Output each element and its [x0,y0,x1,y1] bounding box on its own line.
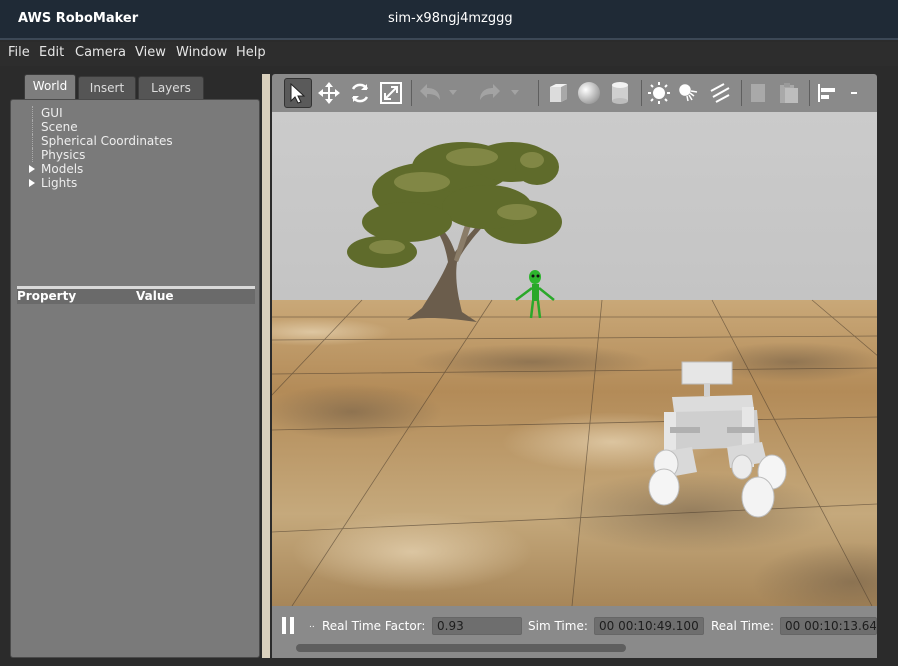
align-icon[interactable] [813,78,841,108]
menu-window[interactable]: Window [176,45,227,60]
property-table-header: Property Value [17,286,255,304]
menu-help[interactable]: Help [236,45,266,60]
tree-item-models[interactable]: Models [29,162,173,176]
left-panel: World Insert Layers GUI Scene Spherical … [10,74,260,658]
undo-dropdown-icon[interactable] [446,78,460,108]
world-panel: GUI Scene Spherical Coordinates Physics … [10,99,260,658]
redo-icon[interactable] [476,78,504,108]
scene-viewport[interactable] [272,112,877,606]
tab-world[interactable]: World [24,74,76,100]
scale-icon[interactable] [377,78,405,108]
toolbar-overflow-icon[interactable] [847,78,861,108]
menu-camera[interactable]: Camera [75,45,126,60]
real-time-factor-label: Real Time Factor: [322,619,426,633]
directional-light-icon[interactable] [706,78,734,108]
horizontal-scrollbar[interactable] [296,644,626,652]
simulation-name: sim-x98ngj4mzggg [388,11,513,26]
sim-time-label: Sim Time: [528,619,588,633]
real-time-factor-value: 0.93 [432,617,522,635]
paste-icon[interactable] [775,78,803,108]
rotate-icon[interactable] [346,78,374,108]
property-column-header: Property [17,289,77,303]
menu-edit[interactable]: Edit [39,45,64,60]
copy-icon[interactable] [744,78,772,108]
toolbar [272,74,877,112]
select-arrow-icon[interactable] [284,78,312,108]
real-time-label: Real Time: [711,619,775,633]
sky [272,112,877,302]
spot-light-icon[interactable] [675,78,703,108]
tab-insert[interactable]: Insert [78,76,136,100]
tree-item-lights[interactable]: Lights [29,176,173,190]
expand-arrow-icon[interactable] [29,165,35,173]
panel-splitter[interactable] [262,74,270,658]
expand-arrow-icon[interactable] [29,179,35,187]
status-bar: .. Real Time Factor: 0.93 Sim Time: 00 0… [272,606,877,658]
point-light-icon[interactable] [645,78,673,108]
tree-item-physics[interactable]: Physics [29,148,173,162]
redo-dropdown-icon[interactable] [508,78,522,108]
menu-file[interactable]: File [8,45,30,60]
app-title: AWS RoboMaker [18,11,139,26]
box-shape-icon[interactable] [544,78,572,108]
step-indicator[interactable]: .. [309,620,315,630]
tree-item-gui[interactable]: GUI [29,106,173,120]
tab-layers[interactable]: Layers [138,76,204,100]
tree-item-scene[interactable]: Scene [29,120,173,134]
value-column-header: Value [136,289,174,303]
sim-time-value: 00 00:10:49.100 [594,617,704,635]
undo-icon[interactable] [416,78,444,108]
pause-icon[interactable] [282,617,298,637]
cylinder-shape-icon[interactable] [606,78,634,108]
sphere-shape-icon[interactable] [575,78,603,108]
translate-icon[interactable] [315,78,343,108]
menu-bar: File Edit Camera View Window Help [0,42,898,66]
world-tree: GUI Scene Spherical Coordinates Physics … [29,106,173,190]
title-bar: AWS RoboMaker sim-x98ngj4mzggg [0,0,898,40]
tree-item-spherical-coordinates[interactable]: Spherical Coordinates [29,134,173,148]
real-time-value: 00 00:10:13.64 [780,617,877,635]
menu-view[interactable]: View [135,45,166,60]
